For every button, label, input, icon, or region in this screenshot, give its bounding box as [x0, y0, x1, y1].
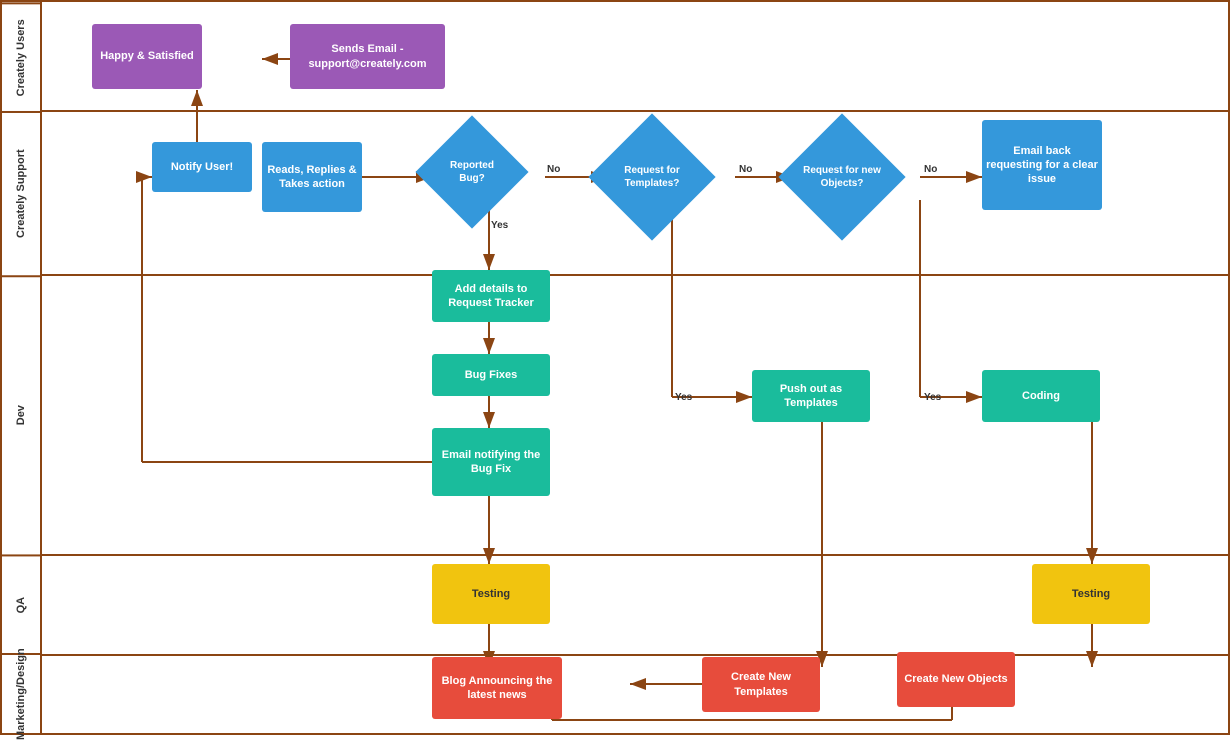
lane-divider-3 — [42, 554, 1228, 556]
lane-divider-1 — [42, 110, 1228, 112]
lane-label-marketing: Marketing/Design — [2, 653, 40, 733]
label-yes-2: Yes — [675, 392, 692, 403]
node-request-objects: Request for new Objects? — [778, 113, 905, 240]
diagram-container: Creately Users Creately Support Dev QA M… — [0, 0, 1230, 735]
node-sends-email: Sends Email - support@creately.com — [290, 24, 445, 89]
node-email-back: Email back requesting for a clear issue — [982, 120, 1102, 210]
node-notify-user: Notify User! — [152, 142, 252, 192]
node-reported-bug: Reported Bug? — [415, 115, 528, 228]
label-no-2: No — [739, 164, 752, 175]
label-no-3: No — [924, 164, 937, 175]
node-bug-fixes: Bug Fixes — [432, 354, 550, 396]
label-yes-1: Yes — [491, 220, 508, 231]
node-testing-1: Testing — [432, 564, 550, 624]
label-yes-3: Yes — [924, 392, 941, 403]
node-request-templates: Request for Templates? — [588, 113, 715, 240]
node-push-templates: Push out as Templates — [752, 370, 870, 422]
node-create-objects: Create New Objects — [897, 652, 1015, 707]
lane-label-creately-support: Creately Support — [2, 111, 40, 275]
node-add-details: Add details to Request Tracker — [432, 270, 550, 322]
node-coding: Coding — [982, 370, 1100, 422]
label-no-1: No — [547, 164, 560, 175]
node-blog: Blog Announcing the latest news — [432, 657, 562, 719]
node-create-templates: Create New Templates — [702, 657, 820, 712]
node-reads-replies: Reads, Replies & Takes action — [262, 142, 362, 212]
lane-label-qa: QA — [2, 554, 40, 653]
diagram-area: Happy & Satisfied Sends Email - support@… — [42, 2, 1228, 733]
lane-divider-4 — [42, 654, 1228, 656]
node-happy-satisfied: Happy & Satisfied — [92, 24, 202, 89]
lane-label-dev: Dev — [2, 275, 40, 553]
lane-divider-2 — [42, 274, 1228, 276]
swim-lanes-labels: Creately Users Creately Support Dev QA M… — [2, 2, 42, 733]
lane-label-creately-users: Creately Users — [2, 2, 40, 111]
node-email-notifying: Email notifying the Bug Fix — [432, 428, 550, 496]
node-testing-2: Testing — [1032, 564, 1150, 624]
